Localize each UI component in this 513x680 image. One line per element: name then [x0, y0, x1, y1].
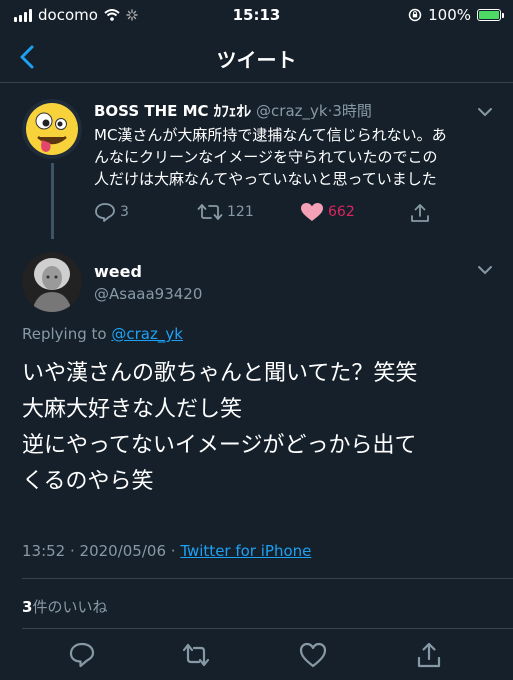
reply-icon: [95, 203, 115, 222]
like-summary[interactable]: 3件のいいね: [22, 596, 107, 617]
replying-to: Replying to @craz_yk: [22, 325, 183, 343]
tweet1-text: MC漢さんが大麻所持で逮捕なんて信じられない。あ んなにクリーンなイメージを守ら…: [94, 124, 494, 190]
tweet1-text-line: んなにクリーンなイメージを守られていたのでこの: [94, 148, 438, 166]
profile-photo-icon: [22, 252, 82, 312]
tweet1-retweet-button[interactable]: 121: [197, 202, 254, 222]
replying-to-link[interactable]: @craz_yk: [111, 325, 183, 343]
battery-icon: [477, 9, 504, 21]
like-summary-count: 3: [22, 598, 33, 616]
crazy-face-emoji-icon: [26, 103, 78, 155]
heart-filled-icon: [301, 203, 323, 221]
tweet2-avatar[interactable]: [22, 252, 82, 312]
rotation-lock-icon: [408, 8, 422, 22]
tweet1-like-count: 662: [328, 204, 355, 220]
tweet2-author-name[interactable]: weed: [94, 262, 142, 281]
tweet1-handle[interactable]: @craz_yk: [256, 102, 328, 120]
status-bar: docomo 15:13 100%: [0, 0, 513, 32]
retweet-icon[interactable]: [181, 640, 211, 670]
nav-bar: ツイート: [0, 34, 513, 83]
tweet2-text-line: 逆にやってないイメージがどっから出て: [22, 433, 417, 458]
thread-line: [51, 163, 54, 239]
tweet2-text-line: 大麻大好きな人だし笑: [22, 397, 243, 422]
tweet2-text-line: いや漢さんの歌ちゃんと聞いてた？笑笑: [22, 361, 418, 386]
tweet2-source-link[interactable]: Twitter for iPhone: [180, 542, 311, 560]
tweet2-text: いや漢さんの歌ちゃんと聞いてた？笑笑 大麻大好きな人だし笑 逆にやってないイメー…: [22, 356, 497, 500]
tweet2-actions: [0, 640, 513, 670]
tweet2-text-line: くるのやら笑: [22, 469, 154, 494]
status-right: 100%: [408, 6, 504, 24]
divider: [22, 578, 513, 579]
tweet1-share-button[interactable]: [409, 202, 431, 224]
tweet1-avatar[interactable]: [22, 99, 82, 159]
tweet1-author-name[interactable]: BOSS THE MC ｶﾌｪｵﾚ: [94, 102, 251, 120]
share-icon[interactable]: [414, 640, 444, 670]
tweet2-timestamp: 13:52 · 2020/05/06 ·: [22, 542, 176, 560]
retweet-icon: [197, 204, 223, 220]
heart-icon[interactable]: [298, 640, 328, 670]
tweet1-reply-button[interactable]: 3: [94, 202, 129, 222]
tweet1-text-line: MC漢さんが大麻所持で逮捕なんて信じられない。あ: [94, 126, 447, 144]
page-title: ツイート: [216, 48, 297, 72]
tweet1-menu-chevron-icon[interactable]: [476, 106, 494, 118]
tweet2-meta: 13:52 · 2020/05/06 · Twitter for iPhone: [22, 542, 311, 560]
tweet1-reply-count: 3: [120, 204, 129, 220]
tweet2-handle[interactable]: @Asaaa93420: [94, 285, 202, 303]
like-summary-label: 件のいいね: [32, 598, 108, 616]
share-icon: [411, 204, 429, 222]
replying-to-label: Replying to: [22, 325, 107, 343]
reply-icon[interactable]: [67, 640, 97, 670]
divider: [22, 628, 513, 629]
tweet1-header: BOSS THE MC ｶﾌｪｵﾚ @craz_yk·3時間: [94, 100, 372, 121]
tweet1-time: 3時間: [332, 102, 372, 120]
tweet2-menu-chevron-icon[interactable]: [476, 264, 494, 276]
tweet1-like-button[interactable]: 662: [300, 202, 355, 222]
tweet1-retweet-count: 121: [227, 204, 254, 220]
tweet1-text-line: 人だけは大麻なんてやっていないと思っていました: [94, 170, 437, 188]
tweet1-actions: 3 121 662: [94, 202, 474, 226]
battery-percent: 100%: [428, 6, 471, 24]
